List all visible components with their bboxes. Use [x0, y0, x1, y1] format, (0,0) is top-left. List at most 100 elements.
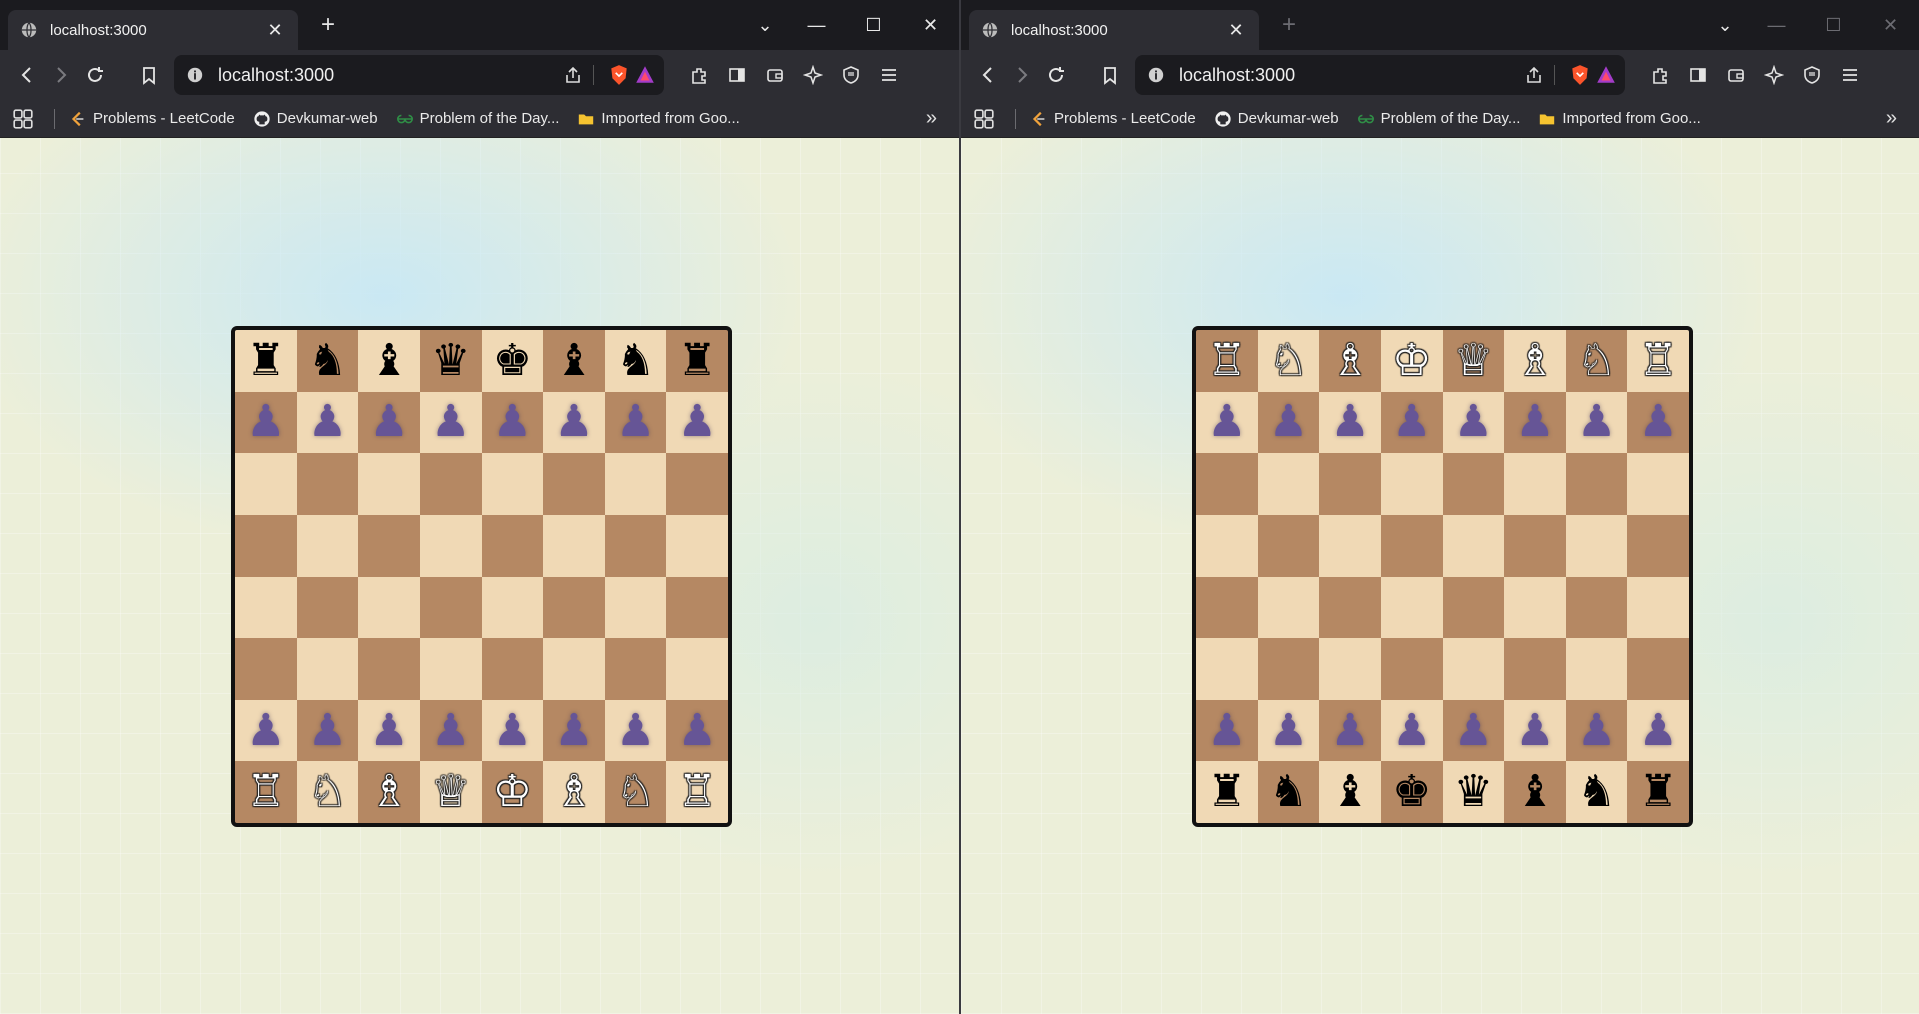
tab-localhost[interactable]: localhost:3000 ✕: [8, 10, 298, 50]
sidebar-icon[interactable]: [720, 58, 754, 92]
board-square[interactable]: ♟: [296, 391, 359, 454]
board-square[interactable]: [1504, 638, 1566, 700]
apps-grid-icon[interactable]: [973, 108, 995, 130]
sidebar-icon[interactable]: [1681, 58, 1715, 92]
board-square[interactable]: ♟: [358, 391, 420, 454]
chess-piece[interactable]: ♜: [677, 338, 716, 383]
close-tab-icon[interactable]: ✕: [264, 20, 286, 41]
bookmark-gfg[interactable]: Problem of the Day...: [1357, 110, 1520, 128]
chess-piece[interactable]: ♟: [1207, 708, 1246, 753]
chess-piece[interactable]: ♟: [369, 708, 408, 753]
board-square[interactable]: [296, 453, 359, 515]
board-square[interactable]: [481, 638, 544, 700]
bookmark-gfg[interactable]: Problem of the Day...: [396, 110, 559, 128]
board-square[interactable]: [1380, 514, 1443, 577]
chess-piece[interactable]: ♖: [246, 770, 285, 814]
board-square[interactable]: ♟: [1319, 699, 1381, 762]
board-square[interactable]: [604, 453, 667, 515]
board-square[interactable]: ♜: [235, 330, 297, 392]
chess-piece[interactable]: ♖: [1638, 338, 1677, 383]
board-square[interactable]: ♟: [1380, 699, 1443, 762]
board-square[interactable]: [1627, 514, 1689, 577]
board-square[interactable]: ♟: [543, 391, 605, 454]
bookmark-icon[interactable]: [1093, 58, 1127, 92]
chess-piece[interactable]: ♟: [1515, 708, 1554, 753]
chess-piece[interactable]: ♝: [369, 338, 408, 383]
board-square[interactable]: [419, 453, 482, 515]
leo-ai-icon[interactable]: [796, 58, 830, 92]
board-square[interactable]: [604, 576, 667, 639]
board-square[interactable]: ♖: [1627, 330, 1689, 392]
forward-icon[interactable]: [1005, 58, 1039, 92]
chess-piece[interactable]: ♟: [1638, 708, 1677, 753]
chess-piece[interactable]: ♟: [1330, 708, 1369, 753]
bookmark-github[interactable]: Devkumar-web: [1214, 110, 1339, 128]
chess-piece[interactable]: ♗: [1515, 338, 1554, 383]
board-square[interactable]: [1257, 453, 1320, 515]
board-square[interactable]: ♞: [604, 330, 667, 392]
chess-piece[interactable]: ♟: [1392, 400, 1431, 444]
board-square[interactable]: [1627, 576, 1689, 639]
board-square[interactable]: ♟: [1319, 391, 1381, 454]
chess-piece[interactable]: ♟: [493, 708, 532, 753]
address-bar[interactable]: localhost:3000: [174, 55, 664, 95]
chess-piece[interactable]: ♟: [1269, 400, 1308, 444]
board-square[interactable]: ♟: [1257, 391, 1320, 454]
bookmark-icon[interactable]: [132, 58, 166, 92]
board-square[interactable]: ♟: [604, 699, 667, 762]
new-tab-button[interactable]: +: [1277, 11, 1301, 39]
chess-piece[interactable]: ♛: [431, 338, 470, 383]
board-square[interactable]: [1196, 638, 1258, 700]
board-square[interactable]: ♗: [358, 761, 420, 823]
tab-list-icon[interactable]: ⌄: [1702, 15, 1748, 36]
board-square[interactable]: ♟: [419, 391, 482, 454]
leo-ai-icon[interactable]: [1757, 58, 1791, 92]
board-square[interactable]: ♟: [1627, 391, 1689, 454]
apps-grid-icon[interactable]: [12, 108, 34, 130]
board-square[interactable]: ♟: [604, 391, 667, 454]
chess-piece[interactable]: ♟: [554, 708, 593, 753]
board-square[interactable]: ♟: [1504, 391, 1566, 454]
chess-piece[interactable]: ♛: [1454, 770, 1493, 814]
board-square[interactable]: [1257, 576, 1320, 639]
board-square[interactable]: ♗: [543, 761, 605, 823]
board-square[interactable]: [235, 453, 297, 515]
board-square[interactable]: ♟: [1196, 391, 1258, 454]
chess-piece[interactable]: ♔: [1392, 338, 1431, 383]
board-square[interactable]: ♟: [543, 699, 605, 762]
chess-piece[interactable]: ♟: [246, 708, 285, 753]
new-tab-button[interactable]: +: [316, 11, 340, 39]
chess-piece[interactable]: ♟: [677, 708, 716, 753]
forward-icon[interactable]: [44, 58, 78, 92]
board-square[interactable]: ♞: [296, 330, 359, 392]
chess-piece[interactable]: ♟: [554, 400, 593, 444]
chess-board[interactable]: ♜ ♞ ♝ ♛ ♚ ♝ ♞ ♜ ♟ ♟ ♟ ♟ ♟ ♟ ♟ ♟ ♟ ♟ ♟ ♟ ♟ ♟ ♟ ♟ ♖ ♘ ♗ ♕ ♔ ♗ ♘ ♖: [231, 326, 732, 827]
url-text[interactable]: localhost:3000: [218, 65, 563, 86]
chess-piece[interactable]: ♟: [1330, 400, 1369, 444]
board-square[interactable]: ♝: [1319, 761, 1381, 823]
board-square[interactable]: ♟: [666, 391, 728, 454]
board-square[interactable]: [1257, 514, 1320, 577]
chess-piece[interactable]: ♟: [1207, 400, 1246, 444]
board-square[interactable]: ♚: [481, 330, 544, 392]
reload-icon[interactable]: [78, 58, 112, 92]
board-square[interactable]: ♕: [1442, 330, 1505, 392]
board-square[interactable]: [543, 453, 605, 515]
board-square[interactable]: ♜: [1196, 761, 1258, 823]
site-info-icon[interactable]: [1147, 66, 1165, 84]
board-square[interactable]: ♜: [1627, 761, 1689, 823]
chess-piece[interactable]: ♟: [431, 400, 470, 444]
board-square[interactable]: ♟: [358, 699, 420, 762]
board-square[interactable]: [419, 576, 482, 639]
chess-piece[interactable]: ♔: [493, 770, 532, 814]
bookmark-github[interactable]: Devkumar-web: [253, 110, 378, 128]
vpn-shield-icon[interactable]: [834, 58, 868, 92]
more-bookmarks-icon[interactable]: »: [1886, 107, 1897, 130]
chess-piece[interactable]: ♘: [1269, 338, 1308, 383]
board-square[interactable]: [1196, 453, 1258, 515]
board-square[interactable]: [1442, 638, 1505, 700]
board-square[interactable]: [1442, 576, 1505, 639]
board-square[interactable]: ♘: [1565, 330, 1628, 392]
chess-piece[interactable]: ♟: [308, 400, 347, 444]
board-square[interactable]: [1257, 638, 1320, 700]
